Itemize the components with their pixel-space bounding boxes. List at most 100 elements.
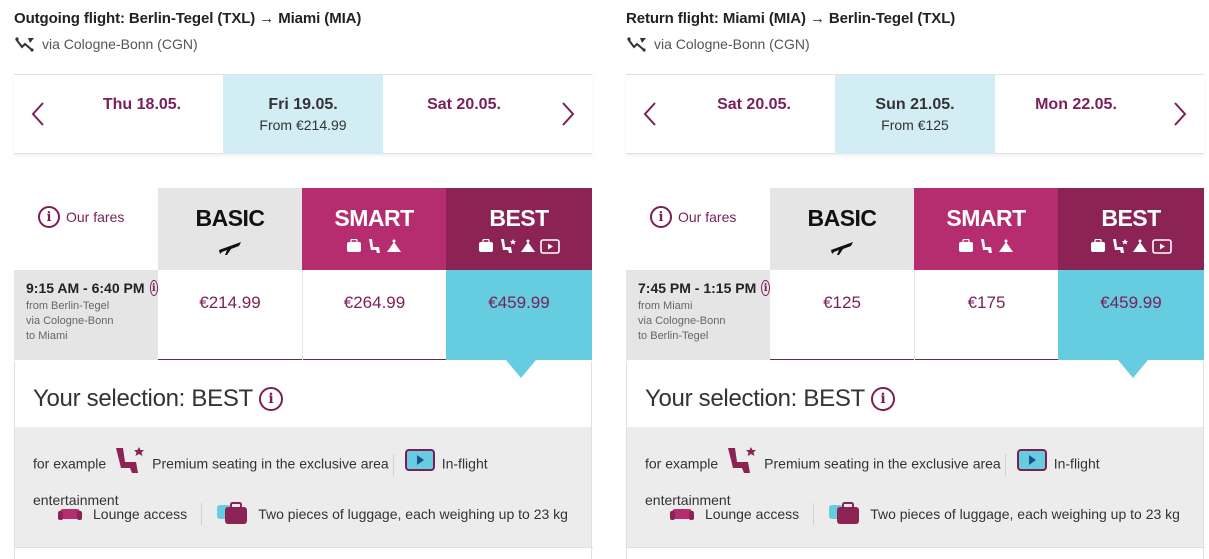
fare-header-basic[interactable]: BASIC: [158, 188, 302, 270]
flight-title: Return flight: Miami (MIA) → Berlin-Tege…: [626, 10, 956, 27]
premium-seat-icon: [1110, 238, 1128, 259]
date-day: Sat 20.05.: [717, 96, 791, 113]
luggage-icon: [828, 499, 860, 528]
features-box: for example Premium seating in the exclus…: [15, 427, 591, 547]
entertainment-icon: [1152, 238, 1172, 259]
for-example-label: for example: [33, 455, 107, 472]
flight-time-cell: 7:45 PM - 1:15 PM i from Miami via Colog…: [626, 270, 770, 360]
fare-header-smart[interactable]: SMART: [914, 188, 1058, 270]
price-best-selected[interactable]: €459.99: [446, 270, 592, 360]
via-text: via Cologne-Bonn (CGN): [654, 36, 810, 52]
price-basic[interactable]: €214.99: [158, 270, 302, 360]
flight-row: 7:45 PM - 1:15 PM i from Miami via Colog…: [626, 270, 1204, 378]
chevron-left-icon[interactable]: [28, 99, 48, 129]
selection-panel: Your selection: BEST i for example Premiu…: [626, 361, 1205, 559]
info-icon: i: [650, 206, 672, 228]
outgoing-flight-panel: Outgoing flight: Berlin-Tegel (TXL) → Mi…: [14, 0, 593, 559]
flight-time: 9:15 AM - 6:40 PM: [26, 280, 145, 296]
fare-header-smart[interactable]: SMART: [302, 188, 446, 270]
fare-footer: [15, 547, 593, 559]
entertainment-icon: [1016, 448, 1048, 482]
date-day: Sun 21.05.: [875, 96, 955, 113]
date-option[interactable]: Mon 22.05.: [996, 75, 1156, 154]
lounge-icon: [386, 238, 402, 259]
fare-name: BASIC: [195, 205, 265, 231]
date-price: From €125: [881, 117, 949, 133]
date-day: Sat 20.05.: [427, 96, 501, 113]
entertainment-icon: [540, 238, 560, 259]
info-icon[interactable]: i: [258, 387, 283, 411]
date-option-selected[interactable]: Fri 19.05. From €214.99: [223, 75, 383, 154]
plane-icon: [829, 238, 855, 261]
route-via: via Cologne-Bonn: [638, 315, 726, 327]
date-selector: Thu 18.05. Fri 19.05. From €214.99 Sat 2…: [14, 74, 592, 154]
feature-lounge: Lounge access: [93, 505, 188, 522]
fare-name: BASIC: [807, 205, 877, 231]
feature-luggage: Two pieces of luggage, each weighing up …: [870, 505, 1180, 522]
route-to: to Berlin-Tegel: [638, 330, 709, 342]
date-day: Mon 22.05.: [1035, 96, 1117, 113]
selection-title: Your selection: BEST: [645, 385, 865, 412]
luggage-icon: [346, 238, 362, 258]
route-from: from Berlin-Tegel: [26, 300, 110, 312]
fare-footer: [627, 547, 1205, 559]
via-text: via Cologne-Bonn (CGN): [42, 36, 198, 52]
route-via: via Cologne-Bonn: [26, 315, 114, 327]
route-to: to Miami: [26, 330, 68, 342]
flight-row: 9:15 AM - 6:40 PM i from Berlin-Tegel vi…: [14, 270, 592, 378]
date-price: From €214.99: [259, 117, 347, 133]
plane-icon: [217, 238, 243, 261]
chevron-right-icon[interactable]: [558, 99, 578, 129]
premium-seat-icon: [112, 445, 146, 485]
fare-header-best[interactable]: BEST: [1058, 188, 1204, 270]
info-icon[interactable]: i: [149, 280, 158, 296]
features-box: for example Premium seating in the exclus…: [627, 427, 1203, 547]
for-example-label: for example: [645, 455, 719, 472]
seat-icon: [978, 238, 994, 259]
date-option[interactable]: Thu 18.05.: [62, 75, 222, 154]
chevron-left-icon[interactable]: [640, 99, 660, 129]
our-fares-link[interactable]: i Our fares: [650, 206, 736, 228]
feature-luggage: Two pieces of luggage, each weighing up …: [258, 505, 568, 522]
flight-time: 7:45 PM - 1:15 PM: [638, 280, 757, 296]
lounge-icon: [1132, 238, 1148, 259]
price-best-selected[interactable]: €459.99: [1058, 270, 1204, 360]
date-option[interactable]: Sat 20.05.: [674, 75, 834, 154]
seat-icon: [366, 238, 382, 259]
chevron-right-icon[interactable]: [1170, 99, 1190, 129]
date-day: Thu 18.05.: [102, 96, 182, 113]
luggage-icon: [216, 499, 248, 528]
price-smart[interactable]: €175: [914, 270, 1058, 360]
date-option-selected[interactable]: Sun 21.05. From €125: [835, 75, 995, 154]
entertainment-icon: [404, 448, 436, 482]
fare-header-basic[interactable]: BASIC: [770, 188, 914, 270]
luggage-icon: [958, 238, 974, 258]
price-basic[interactable]: €125: [770, 270, 914, 360]
feature-premium: Premium seating in the exclusive area: [152, 455, 389, 472]
flight-time-cell: 9:15 AM - 6:40 PM i from Berlin-Tegel vi…: [14, 270, 158, 360]
price-smart[interactable]: €264.99: [302, 270, 446, 360]
date-option[interactable]: Sat 20.05.: [384, 75, 544, 154]
selection-title: Your selection: BEST: [33, 385, 253, 412]
return-flight-panel: Return flight: Miami (MIA) → Berlin-Tege…: [626, 0, 1205, 559]
premium-seat-icon: [724, 445, 758, 485]
lounge-icon: [669, 502, 695, 525]
feature-premium: Premium seating in the exclusive area: [764, 455, 1001, 472]
luggage-icon: [478, 238, 494, 258]
fare-header-best[interactable]: BEST: [446, 188, 592, 270]
date-selector: Sat 20.05. Sun 21.05. From €125 Mon 22.0…: [626, 74, 1204, 154]
info-icon[interactable]: i: [870, 387, 895, 411]
feature-lounge: Lounge access: [705, 505, 800, 522]
our-fares-label: Our fares: [66, 209, 125, 225]
lounge-icon: [998, 238, 1014, 259]
info-icon: i: [38, 206, 60, 228]
premium-seat-icon: [498, 238, 516, 259]
our-fares-link[interactable]: i Our fares: [38, 206, 124, 228]
info-icon[interactable]: i: [761, 280, 770, 296]
connecting-flight-icon: [626, 36, 648, 52]
flight-title: Outgoing flight: Berlin-Tegel (TXL) → Mi…: [14, 10, 362, 27]
lounge-icon: [57, 502, 83, 525]
via-info: via Cologne-Bonn (CGN): [14, 36, 198, 52]
date-day: Fri 19.05.: [268, 96, 338, 113]
via-info: via Cologne-Bonn (CGN): [626, 36, 810, 52]
